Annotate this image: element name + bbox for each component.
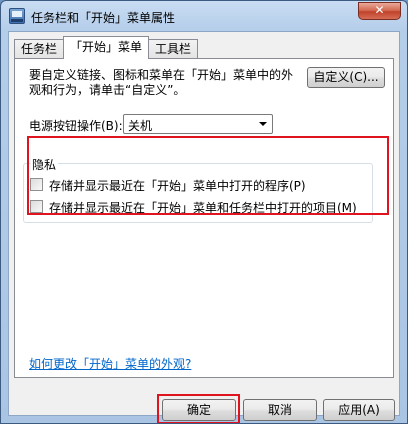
privacy-group-title: 隐私 [30,156,59,173]
help-link[interactable]: 如何更改「开始」菜单的外观? [29,355,191,372]
customize-button[interactable]: 自定义(C)... [307,67,385,88]
chevron-down-icon [259,122,267,126]
recent-programs-label: 存储并显示最近在「开始」菜单中打开的程序(P) [49,179,306,193]
ok-button[interactable]: 确定 [162,399,236,421]
instructions-text: 要自定义链接、图标和菜单在「开始」菜单中的外观和行为，请单击“自定义”。 [29,68,294,97]
recent-programs-checkbox[interactable] [30,178,43,191]
tab-taskbar[interactable]: 任务栏 [14,39,64,59]
title-bar[interactable]: 任务栏和「开始」菜单属性 ✕ [1,1,407,31]
recent-items-checkbox[interactable] [30,200,43,213]
power-button-value: 关机 [128,119,153,133]
recent-items-label: 存储并显示最近在「开始」菜单和任务栏中打开的项目(M) [49,201,357,215]
start-menu-panel: 要自定义链接、图标和菜单在「开始」菜单中的外观和行为，请单击“自定义”。 自定义… [14,58,394,378]
cancel-button[interactable]: 取消 [243,399,317,421]
tab-start-menu[interactable]: 「开始」菜单 [63,36,149,59]
dialog-client: 任务栏 「开始」菜单 工具栏 要自定义链接、图标和菜单在「开始」菜单中的外观和行… [8,31,400,423]
privacy-group: 隐私 存储并显示最近在「开始」菜单中打开的程序(P) 存储并显示最近在「开始」菜… [23,156,373,223]
dialog-window: 任务栏和「开始」菜单属性 ✕ 任务栏 「开始」菜单 工具栏 要自定义链接、图标和… [0,0,408,424]
taskbar-properties-icon [9,8,25,24]
window-title: 任务栏和「开始」菜单属性 [31,11,176,25]
power-button-label: 电源按钮操作(B): [29,119,123,133]
close-button[interactable]: ✕ [358,2,401,20]
tab-toolbars[interactable]: 工具栏 [148,39,198,59]
apply-button[interactable]: 应用(A) [323,399,395,421]
power-button-select[interactable]: 关机 [123,114,273,134]
